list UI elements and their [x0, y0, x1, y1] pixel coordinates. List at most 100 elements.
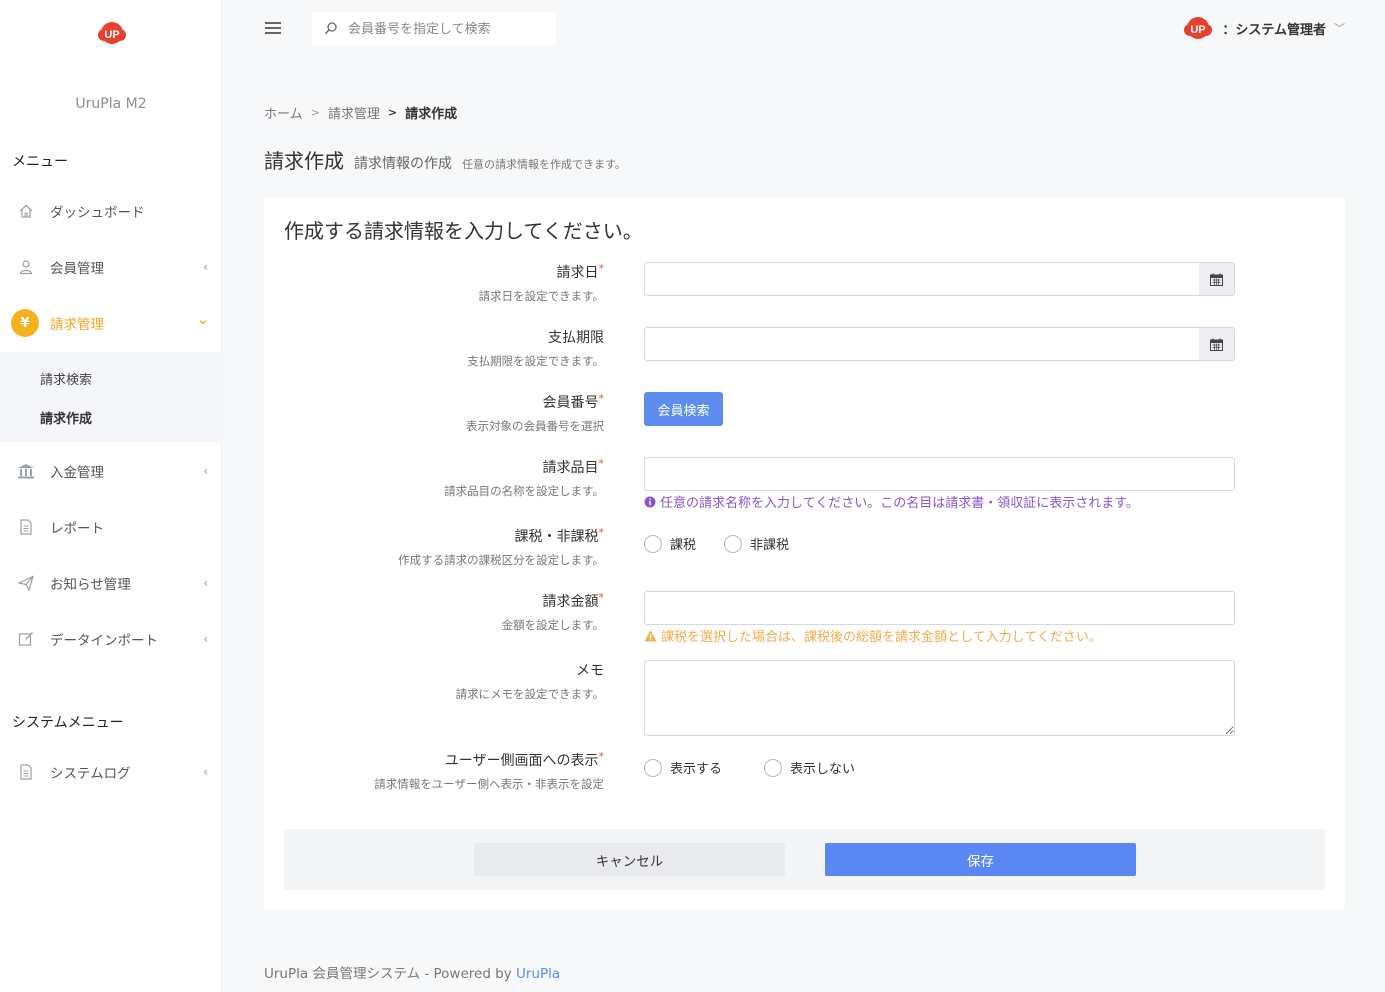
- bank-icon: [17, 462, 35, 480]
- required-mark: *: [598, 526, 605, 539]
- required-mark: *: [598, 457, 605, 470]
- home-icon: [17, 202, 35, 220]
- nav-members-label: 会員管理: [50, 261, 104, 277]
- page-description: 任意の請求情報を作成できます。: [462, 158, 626, 171]
- user-name: ：システム管理者: [1222, 22, 1326, 38]
- nav-payments[interactable]: 入金管理 ‹: [0, 451, 222, 491]
- due-date-label-group: 支払期限 支払期限を設定できます。: [467, 327, 604, 369]
- radio-circle[interactable]: [644, 534, 662, 553]
- chevron-left-icon: ‹: [203, 576, 208, 590]
- required-mark: *: [598, 591, 605, 604]
- cancel-button[interactable]: キャンセル: [474, 843, 785, 876]
- nav-notices-label: お知らせ管理: [50, 577, 131, 593]
- tax-label: 課税・非課税: [514, 529, 599, 545]
- form-actions: キャンセル 保存: [284, 829, 1325, 890]
- svg-text:UP: UP: [1191, 24, 1206, 36]
- due-date-label: 支払期限: [548, 330, 604, 346]
- urupla-logo[interactable]: UP: [96, 18, 128, 46]
- tax-radio-group: 課税 非課税: [644, 534, 817, 553]
- invoice-date-help: 請求日を設定できます。: [478, 289, 604, 303]
- tax-radio-taxable-label: 課税: [670, 538, 697, 553]
- subnav-billing-search[interactable]: 請求検索: [40, 369, 92, 388]
- member-number-help: 表示対象の会員番号を選択: [466, 419, 604, 433]
- invoice-date-label-group: 請求日* 請求日を設定できます。: [479, 262, 604, 304]
- nav-notices[interactable]: お知らせ管理 ‹: [0, 563, 222, 603]
- visibility-label-group: ユーザー側画面への表示* 請求情報をユーザー側へ表示・非表示を設定: [374, 750, 604, 792]
- required-mark: *: [598, 750, 605, 763]
- tax-radio-nontaxable-label: 非課税: [750, 538, 790, 553]
- chevron-left-icon: ‹: [203, 632, 208, 646]
- memo-textarea[interactable]: [644, 660, 1235, 736]
- visibility-radio-hide[interactable]: 表示しない: [764, 758, 855, 777]
- chevron-down-icon: ﹀: [1334, 22, 1345, 35]
- nav-report-label: レポート: [50, 521, 104, 537]
- breadcrumb-billing[interactable]: 請求管理: [328, 103, 380, 122]
- memo-help: 請求にメモを設定できます。: [455, 687, 604, 701]
- invoice-date-label: 請求日: [556, 265, 599, 281]
- amount-input[interactable]: [644, 591, 1235, 625]
- footer-link[interactable]: UruPla: [516, 966, 560, 982]
- visibility-radio-group: 表示する 表示しない: [644, 758, 883, 777]
- amount-hint-text: 課税を選択した場合は、課税後の総額を請求金額として入力してください。: [661, 630, 1102, 645]
- amount-label-group: 請求金額* 金額を設定します。: [502, 591, 604, 633]
- visibility-label: ユーザー側画面への表示: [444, 753, 599, 769]
- nav-members[interactable]: 会員管理 ‹: [0, 247, 222, 287]
- visibility-help: 請求情報をユーザー側へ表示・非表示を設定: [374, 777, 604, 791]
- breadcrumb-current: 請求作成: [405, 107, 458, 122]
- invoice-date-input[interactable]: [644, 262, 1200, 296]
- item-name-input[interactable]: [644, 457, 1235, 491]
- invoice-date-calendar-button[interactable]: [1199, 262, 1235, 296]
- memo-label: メモ: [576, 663, 604, 679]
- radio-circle[interactable]: [764, 758, 783, 777]
- nav-billing-label: 請求管理: [50, 317, 104, 333]
- member-search-input[interactable]: [348, 12, 548, 46]
- page-subtitle: 請求情報の作成: [354, 156, 452, 172]
- radio-circle[interactable]: [644, 758, 662, 777]
- nav-data-import-label: データインポート: [50, 633, 158, 649]
- nav-system-log[interactable]: システムログ ‹: [0, 752, 222, 792]
- nav-billing[interactable]: ¥ 請求管理: [0, 303, 222, 343]
- menu-heading: メニュー: [12, 154, 68, 170]
- member-number-label-group: 会員番号* 表示対象の会員番号を選択: [466, 392, 604, 434]
- due-date-calendar-button[interactable]: [1199, 327, 1235, 361]
- visibility-radio-show-label: 表示する: [670, 762, 723, 777]
- user-avatar-logo: UP: [1184, 17, 1213, 39]
- item-name-label: 請求品目: [542, 460, 599, 476]
- nav-data-import[interactable]: データインポート ‹: [0, 619, 222, 659]
- page-footer: UruPla 会員管理システム - Powered by UruPla: [264, 962, 560, 982]
- paper-plane-icon: [17, 574, 35, 592]
- item-name-label-group: 請求品目* 請求品目の名称を設定します。: [444, 457, 604, 499]
- item-name-hint: 任意の請求名称を入力してください。この名目は請求書・領収証に表示されます。: [644, 492, 1139, 511]
- breadcrumb: ホーム > 請求管理 > 請求作成: [264, 103, 457, 122]
- user-menu[interactable]: UP ：システム管理者 ﹀: [1182, 14, 1345, 42]
- search-icon: [324, 22, 337, 35]
- visibility-radio-show[interactable]: 表示する: [644, 758, 722, 777]
- radio-circle[interactable]: [724, 534, 743, 553]
- nav-dashboard[interactable]: ダッシュボード: [0, 191, 222, 231]
- nav-system-log-label: システムログ: [50, 766, 131, 782]
- due-date-help: 支払期限を設定できます。: [467, 354, 604, 368]
- save-button[interactable]: 保存: [825, 843, 1136, 876]
- hamburger-menu-icon[interactable]: [265, 22, 281, 34]
- edit-icon: [17, 630, 35, 648]
- memo-label-group: メモ 請求にメモを設定できます。: [456, 660, 604, 702]
- item-name-hint-text: 任意の請求名称を入力してください。この名目は請求書・領収証に表示されます。: [660, 496, 1139, 511]
- breadcrumb-home[interactable]: ホーム: [264, 103, 303, 122]
- subnav-billing-create[interactable]: 請求作成: [40, 408, 92, 427]
- page-title: 請求作成: [264, 149, 344, 173]
- brand-name: UruPla M2: [75, 96, 147, 112]
- tax-radio-taxable[interactable]: 課税: [644, 534, 696, 553]
- footer-text: UruPla 会員管理システム - Powered by: [264, 966, 517, 982]
- chevron-left-icon: ‹: [203, 464, 208, 478]
- nav-report[interactable]: レポート: [0, 507, 222, 547]
- due-date-input[interactable]: [644, 327, 1200, 361]
- log-icon: [17, 763, 35, 781]
- required-mark: *: [598, 392, 605, 405]
- item-name-help: 請求品目の名称を設定します。: [444, 484, 604, 498]
- member-search-button[interactable]: 会員検索: [644, 392, 723, 426]
- user-icon: [17, 258, 35, 276]
- breadcrumb-separator: >: [310, 106, 320, 119]
- tax-radio-nontaxable[interactable]: 非課税: [724, 534, 789, 553]
- page-header: 請求作成 請求情報の作成 任意の請求情報を作成できます。: [264, 145, 626, 174]
- svg-text:UP: UP: [104, 29, 119, 41]
